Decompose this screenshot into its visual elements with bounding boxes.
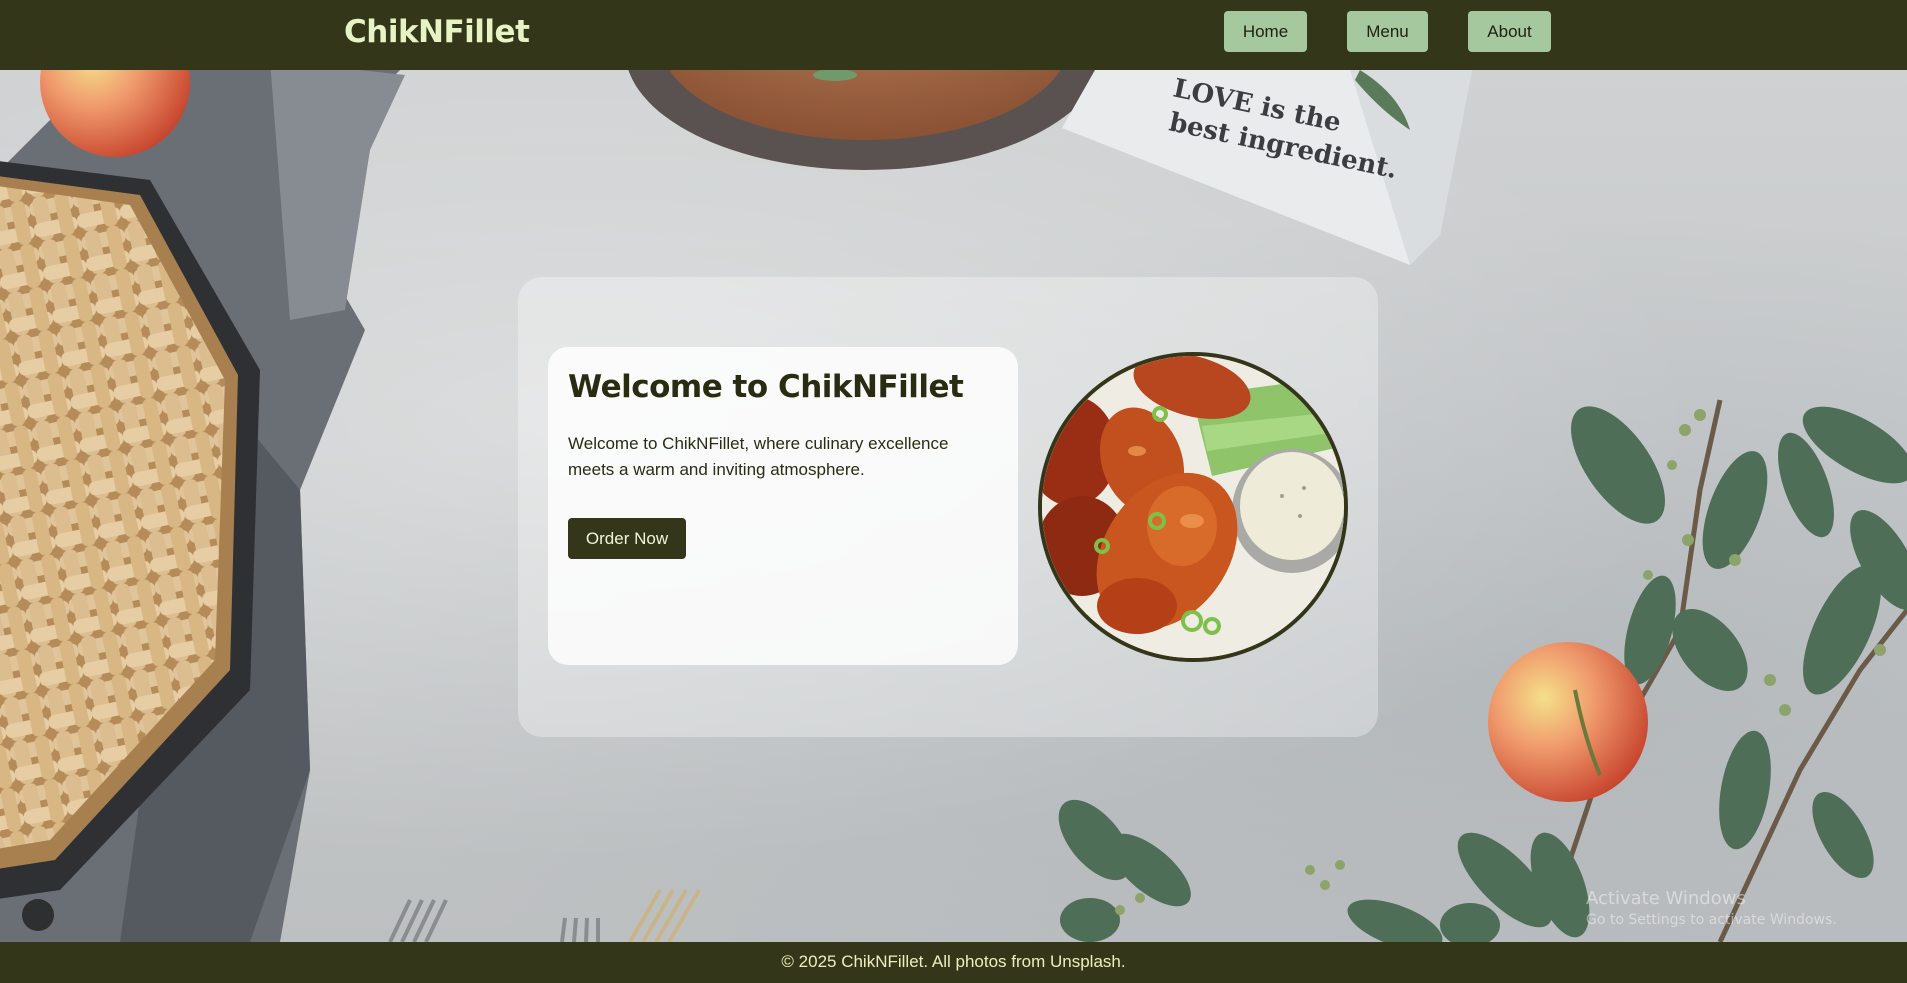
footer-copyright: © 2025 ChikNFillet. All photos from Unsp… [781,952,1126,971]
welcome-description: Welcome to ChikNFillet, where culinary e… [568,434,949,479]
welcome-title: Welcome to ChikNFillet [568,369,964,405]
chicken-wings-photo [1038,352,1348,662]
nav-home-button[interactable]: Home [1224,11,1307,52]
os-watermark-line1: Activate Windows [1586,888,1746,909]
os-watermark-line2: Go to Settings to activate Windows. [1586,912,1837,928]
site-header: ChikNFillet Home Menu About [0,0,1907,70]
nav-menu-button[interactable]: Menu [1347,11,1428,52]
chicken-wings-illustration [1042,356,1344,658]
os-activation-watermark: Activate Windows Go to Settings to activ… [1586,888,1837,928]
nav-about-button[interactable]: About [1468,11,1551,52]
welcome-card: Welcome to ChikNFillet Welcome to ChikNF… [548,347,1018,665]
brand-logo[interactable]: ChikNFillet [344,14,530,50]
site-footer: © 2025 ChikNFillet. All photos from Unsp… [0,942,1907,983]
order-now-button[interactable]: Order Now [568,518,686,559]
